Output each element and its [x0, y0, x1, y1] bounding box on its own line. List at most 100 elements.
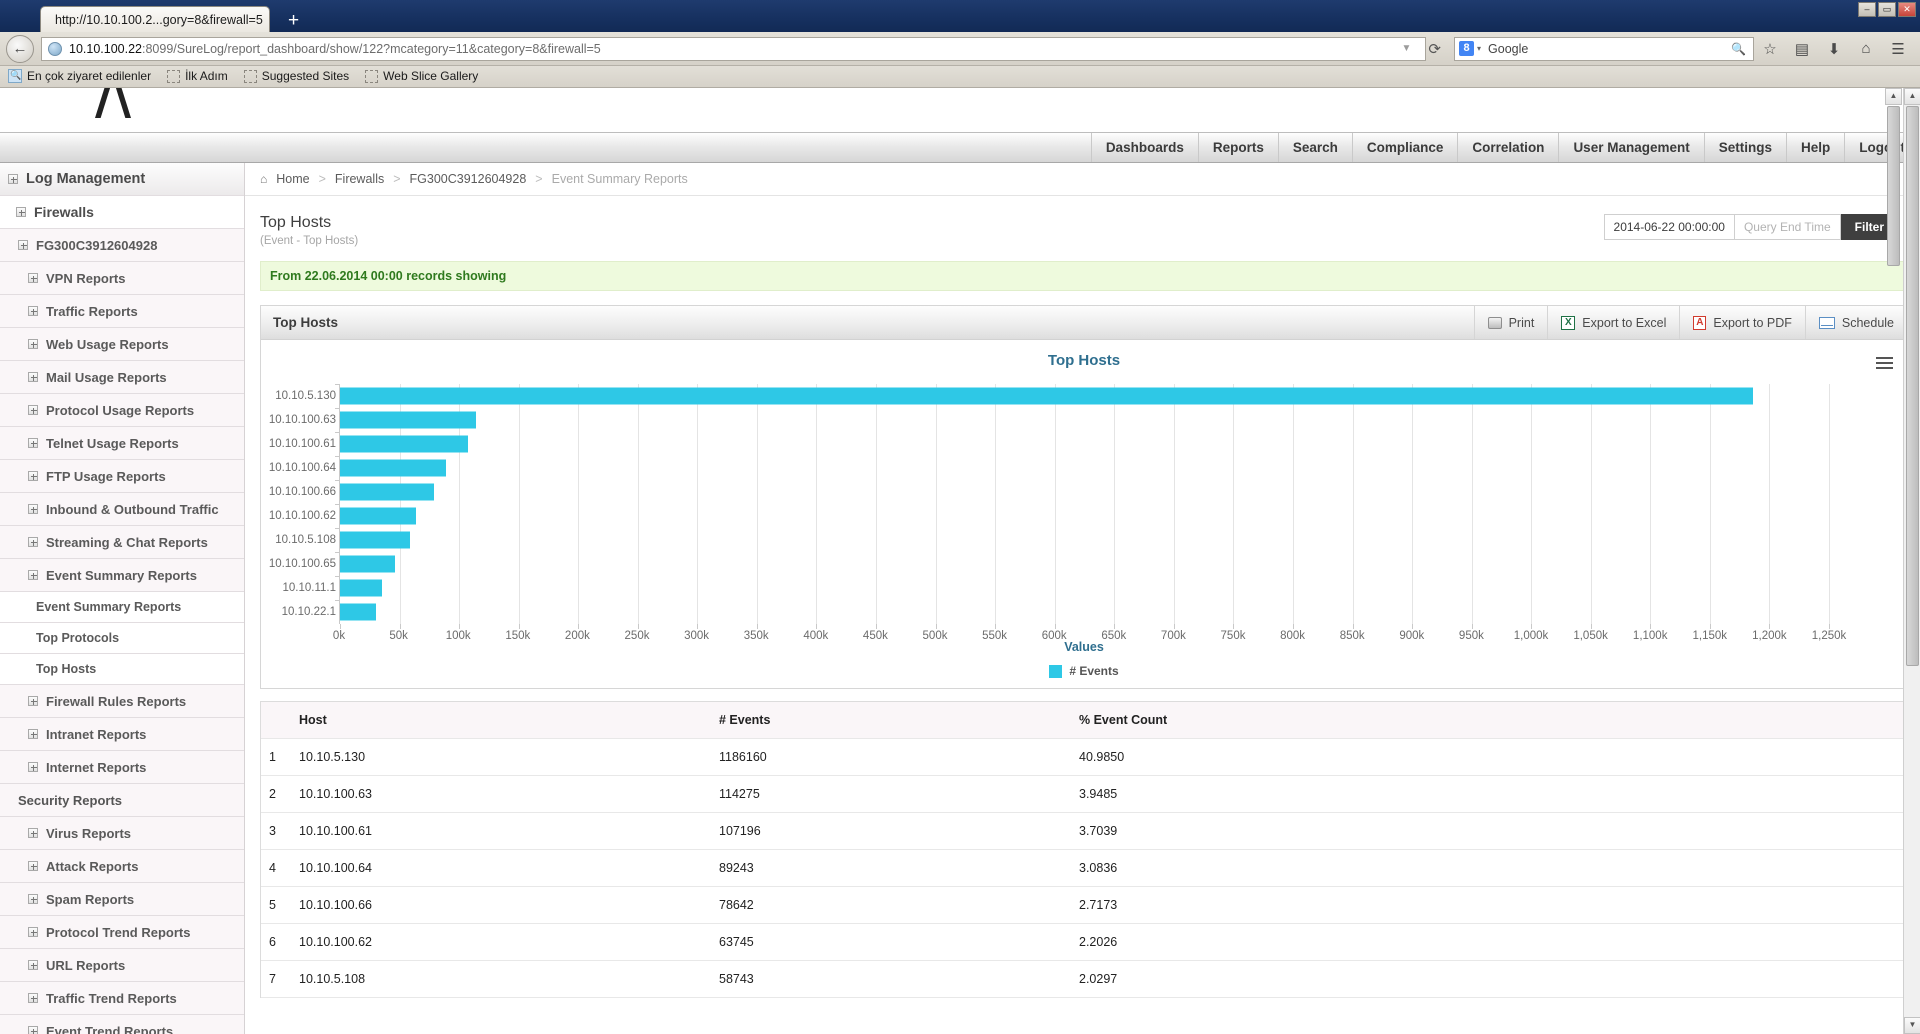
- expand-icon[interactable]: [28, 372, 38, 383]
- table-row[interactable]: 2 10.10.100.63 114275 3.9485: [261, 776, 1907, 814]
- sidebar-item-intranet-reports[interactable]: Intranet Reports: [0, 718, 244, 752]
- sidebar-item-traffic-reports[interactable]: Traffic Reports: [0, 295, 244, 329]
- sidebar-item-streaming-chat-reports[interactable]: Streaming & Chat Reports: [0, 526, 244, 560]
- expand-icon[interactable]: [28, 696, 38, 707]
- scroll-down-icon[interactable]: ▼: [1904, 1017, 1920, 1034]
- home-icon[interactable]: ⌂: [1850, 40, 1882, 57]
- export-pdf-button[interactable]: A Export to PDF: [1679, 306, 1805, 340]
- bookmark-star-icon[interactable]: ☆: [1754, 40, 1786, 58]
- table-row[interactable]: 5 10.10.100.66 78642 2.7173: [261, 887, 1907, 925]
- chart-bar[interactable]: [340, 579, 382, 597]
- nav-item-reports[interactable]: Reports: [1197, 132, 1278, 163]
- table-row[interactable]: 4 10.10.100.64 89243 3.0836: [261, 850, 1907, 888]
- sidebar-item-mail-usage-reports[interactable]: Mail Usage Reports: [0, 361, 244, 395]
- nav-item-compliance[interactable]: Compliance: [1351, 132, 1458, 163]
- expand-icon[interactable]: [28, 273, 38, 284]
- expand-icon[interactable]: [28, 339, 38, 350]
- chart-bar[interactable]: [340, 483, 434, 501]
- sidebar-item-protocol-trend-reports[interactable]: Protocol Trend Reports: [0, 916, 244, 950]
- sidebar-item-security-reports[interactable]: Security Reports: [0, 784, 244, 818]
- back-icon[interactable]: ←: [6, 34, 34, 63]
- expand-icon[interactable]: [28, 861, 38, 872]
- table-row[interactable]: 7 10.10.5.108 58743 2.0297: [261, 961, 1907, 999]
- expand-icon[interactable]: [28, 1026, 38, 1034]
- chart-bar[interactable]: [340, 435, 468, 453]
- sidebar-item-event-summary-reports[interactable]: Event Summary Reports: [0, 592, 244, 624]
- scroll-up-icon[interactable]: ▲: [1885, 87, 1902, 105]
- nav-item-user-management[interactable]: User Management: [1558, 132, 1703, 163]
- sidebar-item-inbound-outbound-traffic[interactable]: Inbound & Outbound Traffic: [0, 493, 244, 527]
- expand-icon[interactable]: [8, 174, 18, 185]
- chart-bar[interactable]: [340, 531, 410, 549]
- breadcrumb-item-home[interactable]: Home: [276, 172, 309, 186]
- chevron-down-icon[interactable]: ▼: [1394, 43, 1420, 54]
- chart-bar[interactable]: [340, 555, 395, 573]
- downloads-icon[interactable]: ⬇: [1818, 40, 1850, 58]
- sidebar-item-event-trend-reports[interactable]: Event Trend Reports: [0, 1015, 244, 1034]
- chart-bar[interactable]: [340, 459, 447, 477]
- expand-icon[interactable]: [16, 207, 26, 218]
- chart-bar[interactable]: [340, 603, 376, 621]
- sidebar-item-event-summary-reports[interactable]: Event Summary Reports: [0, 559, 244, 593]
- search-input[interactable]: 8 ▾ Google 🔍: [1454, 36, 1754, 61]
- expand-icon[interactable]: [28, 960, 38, 971]
- scroll-up-icon[interactable]: ▲: [1904, 87, 1920, 105]
- bookmark-suggested-sites[interactable]: Suggested Sites: [243, 69, 349, 83]
- chevron-down-icon[interactable]: ▾: [1477, 44, 1481, 53]
- table-row[interactable]: 6 10.10.100.62 63745 2.2026: [261, 924, 1907, 962]
- sidebar-item-spam-reports[interactable]: Spam Reports: [0, 883, 244, 917]
- address-bar[interactable]: 10.10.100.22:8099/SureLog/report_dashboa…: [41, 36, 1427, 61]
- expand-icon[interactable]: [28, 570, 38, 581]
- browser-tab[interactable]: http://10.10.100.2...gory=8&firewall=5: [40, 6, 270, 33]
- breadcrumb-item-firewalls[interactable]: Firewalls: [335, 172, 384, 186]
- chart-bar[interactable]: [340, 411, 477, 429]
- close-button[interactable]: ✕: [1898, 2, 1916, 17]
- expand-icon[interactable]: [28, 504, 38, 515]
- nav-item-settings[interactable]: Settings: [1703, 132, 1786, 163]
- sidebar-item-log-management[interactable]: Log Management: [0, 163, 244, 197]
- table-row[interactable]: 1 10.10.5.130 1186160 40.9850: [261, 739, 1907, 777]
- sidebar-item-attack-reports[interactable]: Attack Reports: [0, 850, 244, 884]
- sidebar-item-telnet-usage-reports[interactable]: Telnet Usage Reports: [0, 427, 244, 461]
- sidebar-item-top-protocols[interactable]: Top Protocols: [0, 623, 244, 655]
- chart-bar[interactable]: [340, 387, 1753, 405]
- expand-icon[interactable]: [28, 471, 38, 482]
- sidebar-item-internet-reports[interactable]: Internet Reports: [0, 751, 244, 785]
- expand-icon[interactable]: [28, 438, 38, 449]
- expand-icon[interactable]: [28, 729, 38, 740]
- new-tab-button[interactable]: +: [282, 11, 305, 30]
- nav-item-search[interactable]: Search: [1277, 132, 1352, 163]
- reload-icon[interactable]: ⟳: [1426, 40, 1449, 58]
- content-scrollbar[interactable]: ▲: [1885, 87, 1902, 1034]
- export-excel-button[interactable]: X Export to Excel: [1547, 306, 1679, 340]
- sidebar-item-virus-reports[interactable]: Virus Reports: [0, 817, 244, 851]
- minimize-button[interactable]: –: [1858, 2, 1876, 17]
- expand-icon[interactable]: [28, 537, 38, 548]
- expand-icon[interactable]: [28, 894, 38, 905]
- expand-icon[interactable]: [28, 405, 38, 416]
- expand-icon[interactable]: [28, 306, 38, 317]
- sidebar-item-fg300c3912604928[interactable]: FG300C3912604928: [0, 229, 244, 263]
- expand-icon[interactable]: [18, 240, 28, 251]
- end-time-input[interactable]: Query End Time: [1734, 214, 1841, 241]
- sidebar-item-url-reports[interactable]: URL Reports: [0, 949, 244, 983]
- reading-list-icon[interactable]: ▤: [1786, 40, 1818, 58]
- bookmark-most-visited[interactable]: En çok ziyaret edilenler: [8, 69, 151, 84]
- expand-icon[interactable]: [28, 927, 38, 938]
- nav-item-dashboards[interactable]: Dashboards: [1090, 132, 1198, 163]
- sidebar-item-firewalls[interactable]: Firewalls: [0, 196, 244, 230]
- expand-icon[interactable]: [28, 828, 38, 839]
- scrollbar-thumb[interactable]: [1887, 105, 1900, 266]
- nav-item-help[interactable]: Help: [1786, 132, 1844, 163]
- sidebar-item-web-usage-reports[interactable]: Web Usage Reports: [0, 328, 244, 362]
- sidebar-item-firewall-rules-reports[interactable]: Firewall Rules Reports: [0, 685, 244, 719]
- menu-icon[interactable]: ☰: [1882, 40, 1914, 58]
- scrollbar-thumb[interactable]: [1905, 105, 1919, 666]
- breadcrumb-item-device[interactable]: FG300C3912604928: [410, 172, 527, 186]
- expand-icon[interactable]: [28, 993, 38, 1004]
- nav-item-correlation[interactable]: Correlation: [1457, 132, 1558, 163]
- search-icon[interactable]: 🔍: [1731, 42, 1749, 56]
- start-time-input[interactable]: 2014-06-22 00:00:00: [1603, 214, 1735, 241]
- print-button[interactable]: Print: [1473, 306, 1548, 340]
- bookmark-web-slice-gallery[interactable]: Web Slice Gallery: [365, 69, 478, 83]
